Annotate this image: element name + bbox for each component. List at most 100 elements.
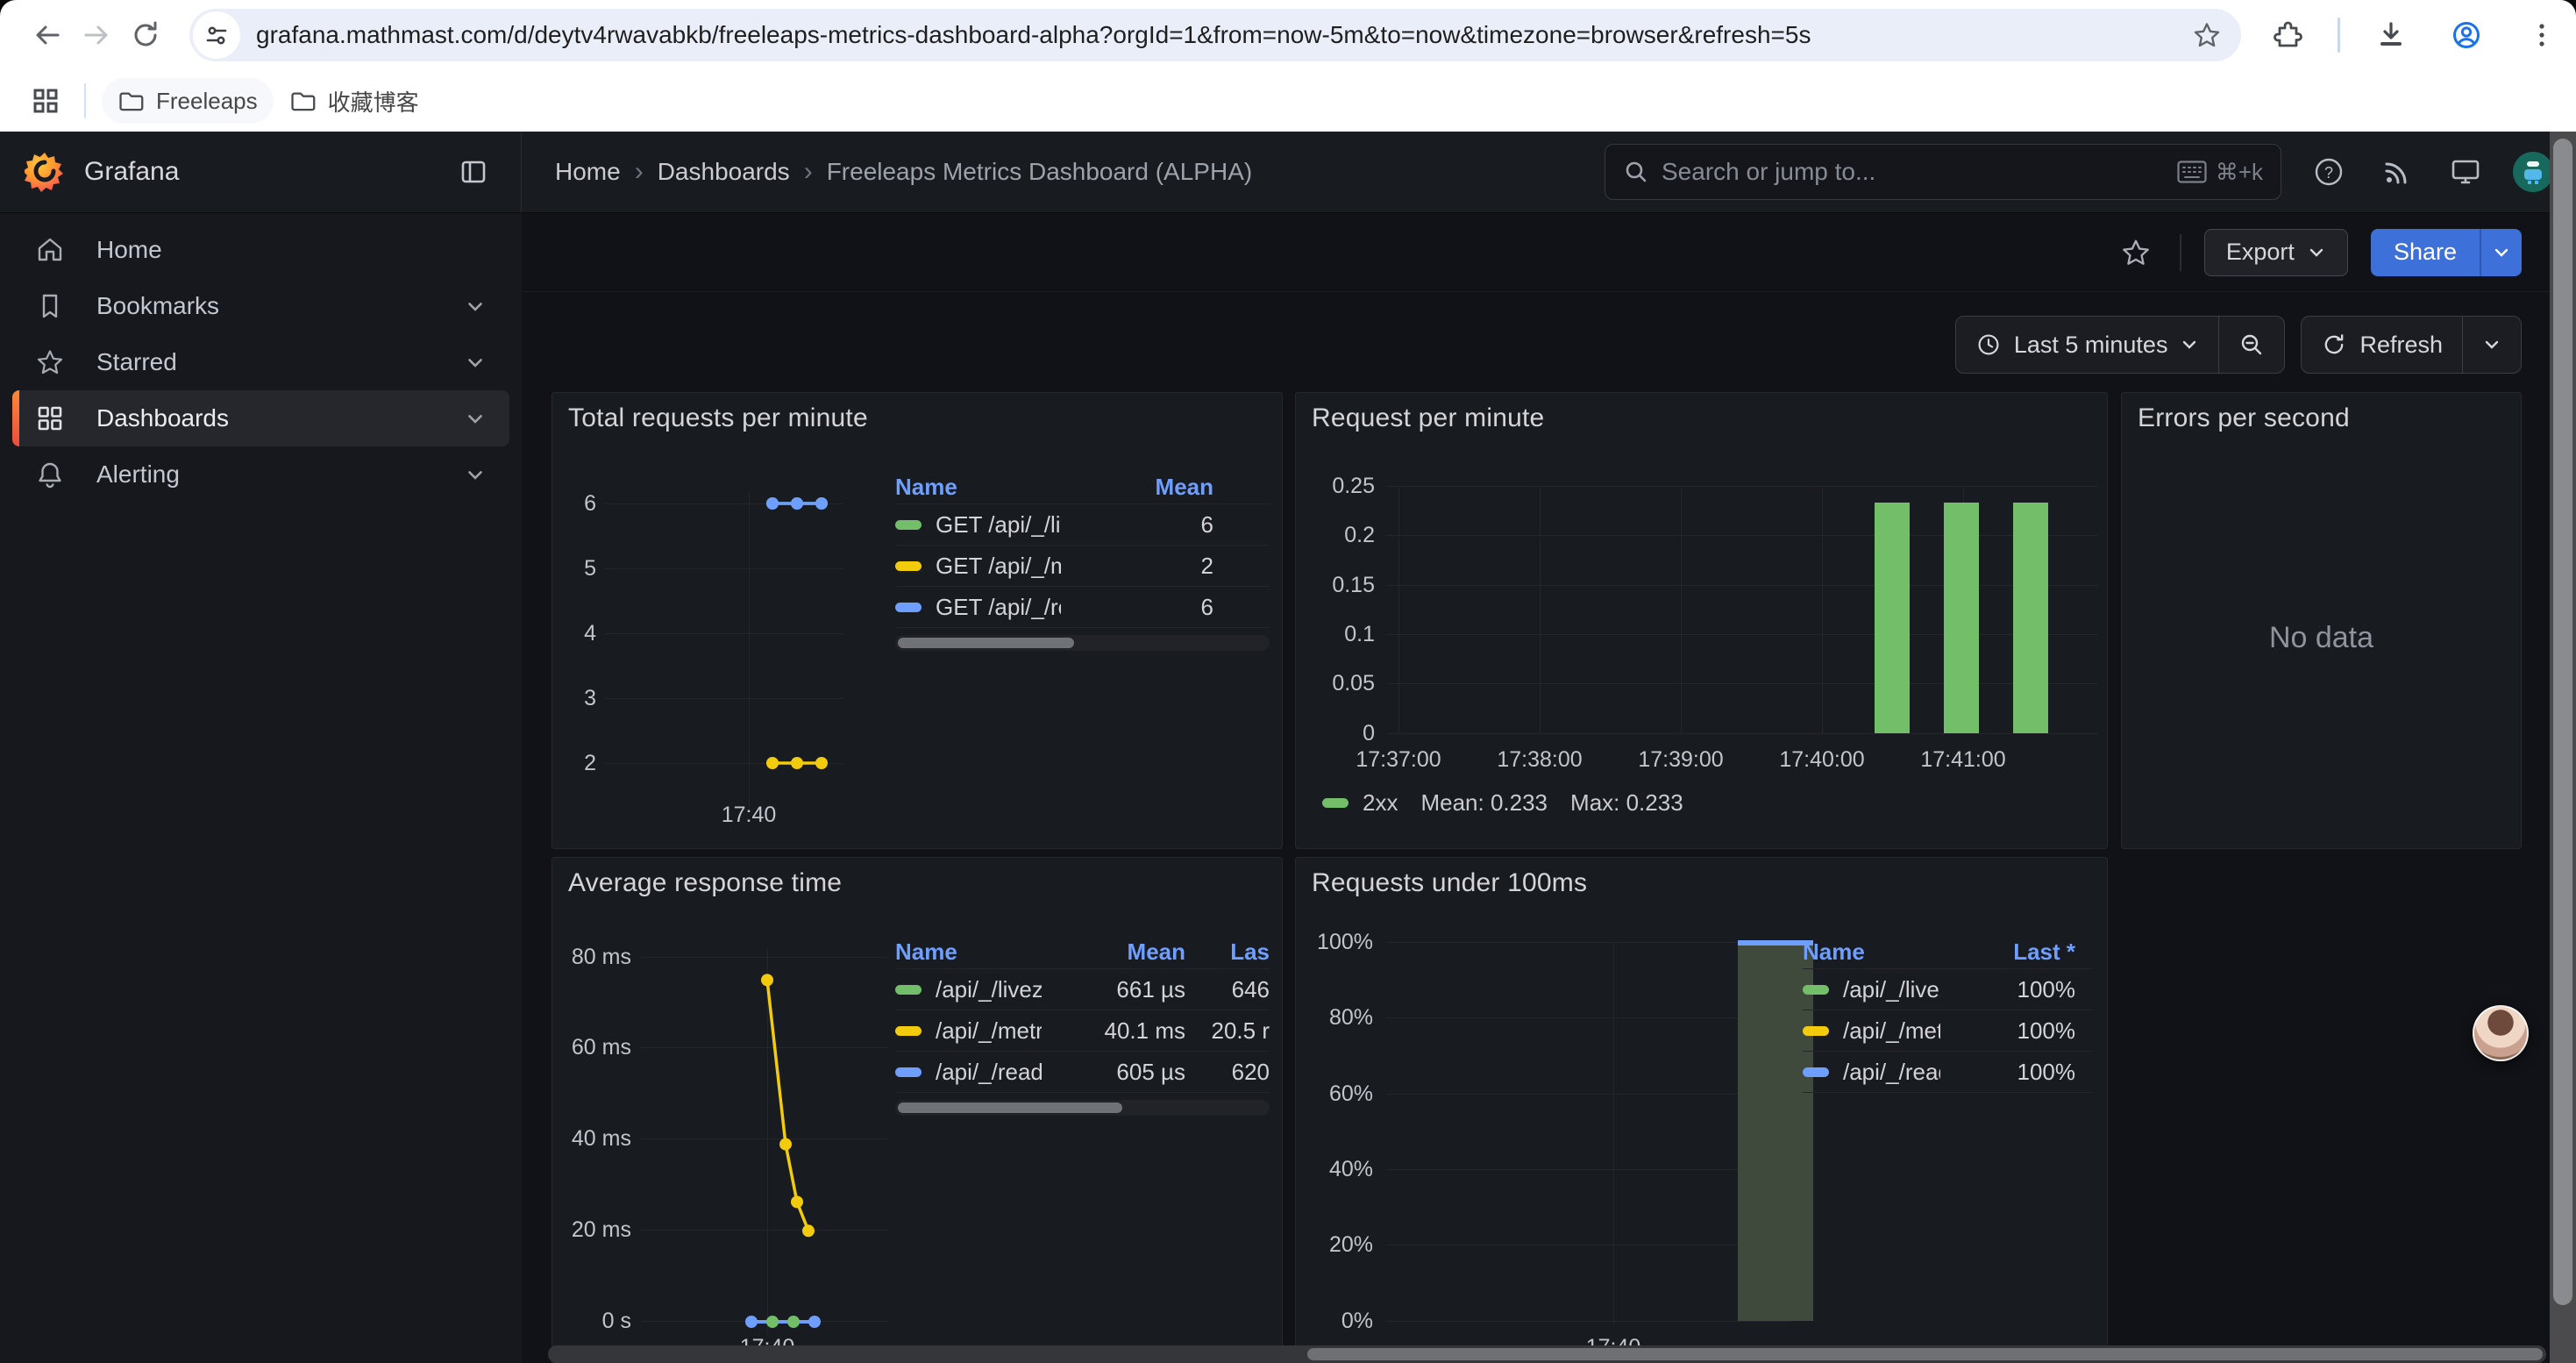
reload-button[interactable] <box>121 11 170 60</box>
column-header[interactable]: Name <box>895 474 1061 501</box>
legend-row[interactable]: /api/_/readyz100% <box>1803 1051 2093 1092</box>
legend-row[interactable]: GET /api/_/metrics2 <box>895 545 1270 586</box>
column-header[interactable]: Name <box>1803 938 1940 966</box>
legend-row[interactable]: /api/_/metrics40.1 ms20.5 r <box>895 1010 1270 1051</box>
site-settings-chip[interactable] <box>193 11 240 59</box>
apps-grid-icon <box>30 85 61 117</box>
forward-button[interactable] <box>72 11 121 60</box>
downloads-button[interactable] <box>2366 11 2416 60</box>
series-value: 6 <box>1082 511 1213 539</box>
star-icon <box>2120 237 2152 268</box>
sidebar-item-home[interactable]: Home <box>12 222 509 278</box>
x-gridline <box>1540 486 1541 733</box>
series-value: 2 <box>1082 553 1213 580</box>
sidebar-item-alerting[interactable]: Alerting <box>12 446 509 503</box>
column-header[interactable]: Las <box>1206 938 1270 966</box>
page-scrollbar[interactable] <box>2550 132 2576 1363</box>
y-axis-label: 40 ms <box>558 1124 631 1152</box>
url-bar[interactable]: grafana.mathmast.com/d/deytv4rwavabkb/fr… <box>189 9 2241 61</box>
legend-row[interactable]: GET /api/_/livez6 <box>895 503 1270 545</box>
series-color-swatch <box>895 1067 922 1077</box>
panel-title[interactable]: Requests under 100ms <box>1312 868 1587 898</box>
sidebar-toggle-button[interactable] <box>452 151 495 193</box>
refresh-interval-button[interactable] <box>2462 317 2521 373</box>
profile-button[interactable] <box>2442 11 2491 60</box>
news-button[interactable] <box>2376 151 2418 193</box>
user-avatar[interactable] <box>2513 152 2553 192</box>
y-axis-label: 3 <box>552 684 596 712</box>
legend-row[interactable]: GET /api/_/readyz6 <box>895 586 1270 627</box>
share-menu-button[interactable] <box>2480 229 2522 276</box>
legend-row[interactable]: /api/_/readyz605 µs620 <box>895 1051 1270 1092</box>
column-header[interactable]: Mean <box>1082 474 1213 501</box>
assistant-avatar-bubble[interactable] <box>2473 1005 2529 1061</box>
legend-row[interactable]: /api/_/metrics100% <box>1803 1010 2093 1051</box>
menu-button[interactable] <box>2517 11 2566 60</box>
legend-row[interactable]: /api/_/livez661 µs646 <box>895 968 1270 1010</box>
series-value: 100% <box>1961 976 2075 1003</box>
refresh-button[interactable]: Refresh <box>2302 317 2462 373</box>
bookmark-folder-blogs[interactable]: 收藏博客 <box>274 78 435 124</box>
bookmark-star-button[interactable] <box>2192 20 2222 50</box>
panel-title[interactable]: Average response time <box>568 868 842 898</box>
share-button[interactable]: Share <box>2371 229 2480 276</box>
extensions-button[interactable] <box>2262 11 2311 60</box>
time-range-picker[interactable]: Last 5 minutes <box>1956 317 2219 373</box>
page-scrollbar-thumb[interactable] <box>2553 139 2572 1305</box>
apps-button[interactable] <box>21 76 70 125</box>
series-value: 661 µs <box>1063 976 1185 1003</box>
legend-scrollbar-thumb[interactable] <box>898 638 1074 648</box>
horizontal-scrollbar[interactable] <box>548 1345 2546 1363</box>
display-button[interactable] <box>2444 151 2487 193</box>
kebab-icon <box>2526 19 2558 51</box>
chevron-down-icon <box>2307 243 2326 262</box>
toolbar-divider <box>2180 234 2181 271</box>
svg-text:?: ? <box>2324 164 2333 182</box>
bookmarks-divider <box>84 83 86 118</box>
legend-scrollbar[interactable] <box>895 1100 1270 1116</box>
x-gridline <box>1613 942 1614 1324</box>
refresh-group: Refresh <box>2301 316 2522 374</box>
bookmark-folder-freeleaps[interactable]: Freeleaps <box>102 78 274 124</box>
sidebar-nav: HomeBookmarksStarredDashboardsAlerting <box>0 213 522 1363</box>
column-header[interactable]: Mean <box>1063 938 1185 966</box>
legend-scrollbar-thumb[interactable] <box>898 1103 1122 1113</box>
y-axis-label: 60% <box>1298 1080 1373 1108</box>
chevron-down-icon <box>464 295 487 318</box>
browser-window: grafana.mathmast.com/d/deytv4rwavabkb/fr… <box>0 0 2576 1363</box>
reload-icon <box>130 19 161 51</box>
horizontal-scrollbar-thumb[interactable] <box>1307 1348 2543 1360</box>
legend-row[interactable]: /api/_/livez100% <box>1803 968 2093 1010</box>
panel-title[interactable]: Errors per second <box>2138 403 2350 433</box>
breadcrumb-item[interactable]: Home <box>555 158 621 186</box>
no-data-message: No data <box>2122 621 2521 655</box>
zoom-out-button[interactable] <box>2218 317 2284 373</box>
y-axis-label: 5 <box>552 554 596 582</box>
x-axis-label: 17:37:00 <box>1333 747 1464 773</box>
sidebar-item-starred[interactable]: Starred <box>12 334 509 390</box>
url-text[interactable]: grafana.mathmast.com/d/deytv4rwavabkb/fr… <box>256 21 2192 49</box>
column-header[interactable]: Last * <box>1961 938 2075 966</box>
column-header[interactable]: Name <box>895 938 1042 966</box>
legend-scrollbar[interactable] <box>895 635 1270 651</box>
export-button[interactable]: Export <box>2204 229 2348 276</box>
grafana-brand[interactable]: Grafana <box>25 151 179 193</box>
keyboard-icon <box>2177 161 2207 183</box>
y-gridline <box>1386 1321 1791 1322</box>
chevron-down-icon <box>464 463 487 486</box>
breadcrumb-item[interactable]: Dashboards <box>658 158 790 186</box>
sidebar-item-dashboards[interactable]: Dashboards <box>12 390 509 446</box>
chart-legend[interactable]: 2xx Mean: 0.233 Max: 0.233 <box>1322 789 1683 817</box>
panel-title[interactable]: Total requests per minute <box>568 403 868 433</box>
series-value: 6 <box>1082 594 1213 621</box>
help-button[interactable]: ? <box>2308 151 2350 193</box>
series-color-swatch <box>895 1026 922 1036</box>
search-input[interactable]: Search or jump to... ⌘+k <box>1605 144 2281 200</box>
panel-title[interactable]: Request per minute <box>1312 403 1544 433</box>
back-button[interactable] <box>23 11 72 60</box>
breadcrumb-item: Freeleaps Metrics Dashboard (ALPHA) <box>827 158 1253 186</box>
share-split-button: Share <box>2371 229 2522 276</box>
favorite-dashboard-button[interactable] <box>2115 232 2157 274</box>
legend-table-border <box>1803 1092 2093 1093</box>
sidebar-item-bookmarks[interactable]: Bookmarks <box>12 278 509 334</box>
